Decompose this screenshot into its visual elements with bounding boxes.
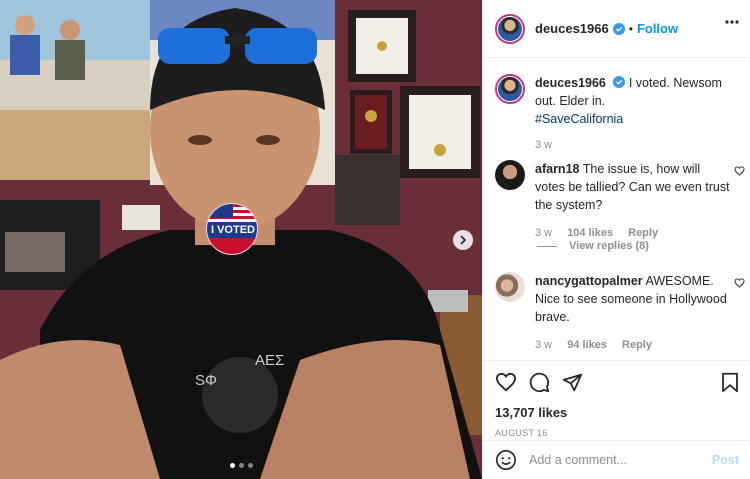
post-header: deuces1966 • Follow [483,0,750,58]
next-photo-button[interactable] [453,230,473,250]
comment-age: 3 w [535,227,553,239]
view-replies-label: View replies (8) [569,240,649,252]
emoji-icon[interactable] [495,449,517,471]
sticker-text: I VOTED [207,222,257,238]
carousel-dot [239,463,244,468]
hashtag-link[interactable]: #SaveCalifornia [535,112,623,126]
caption-username[interactable]: deuces1966 [535,76,606,90]
comment-input[interactable] [529,453,709,467]
post-actions: 13,707 likes AUGUST 16 [483,360,750,438]
post-photo[interactable]: SΦ AEΣ I VOTED [0,0,482,479]
heart-icon[interactable] [495,372,517,392]
reply-button[interactable]: Reply [622,339,652,351]
comment-likes[interactable]: 104 likes [567,227,613,239]
verified-badge-icon [613,76,626,88]
carousel-dot [248,463,253,468]
carousel-dots [230,463,253,468]
avatar[interactable] [495,272,525,302]
reply-button[interactable]: Reply [628,227,658,239]
comment-item: nancygattopalmer AWESOME. Nice to see so… [495,272,745,354]
comment-likes[interactable]: 94 likes [567,339,607,351]
comment-like-heart-icon[interactable] [734,166,745,176]
carousel-dot [230,463,235,468]
header-separator: • [628,21,633,36]
avatar[interactable] [495,160,525,190]
comment-like-heart-icon[interactable] [734,278,745,288]
svg-text:SΦ: SΦ [195,372,217,389]
caption: deuces1966 I voted. Newsom out. Elder in… [495,74,739,154]
avatar[interactable] [495,13,525,44]
header-username[interactable]: deuces1966 [535,21,609,36]
follow-button[interactable]: Follow [637,21,678,36]
comment-age: 3 w [535,339,553,351]
verified-badge-icon [612,22,625,35]
post-comment-button[interactable]: Post [712,453,739,467]
i-voted-sticker: I VOTED [206,203,258,255]
instagram-post: SΦ AEΣ I VOTED deuces1966 • Follow deuce… [0,0,750,479]
comment-icon[interactable] [529,372,550,393]
post-date: AUGUST 16 [495,428,548,438]
likes-count[interactable]: 13,707 likes [495,405,739,420]
comment-item: afarn18 The issue is, how will votes be … [495,160,745,242]
comment-username[interactable]: nancygattopalmer [535,274,643,288]
bookmark-icon[interactable] [721,372,739,393]
caption-age: 3 w [535,139,553,151]
avatar[interactable] [495,74,525,104]
add-comment-bar: Post [483,440,750,479]
view-replies-button[interactable]: View replies (8) [537,240,649,252]
more-dots-icon[interactable] [725,20,739,24]
comments-section[interactable]: deuces1966 I voted. Newsom out. Elder in… [483,58,750,360]
comment-username[interactable]: afarn18 [535,162,579,176]
post-sidebar: deuces1966 • Follow deuces1966 I voted. … [482,0,750,479]
svg-text:AEΣ: AEΣ [255,352,284,369]
share-icon[interactable] [562,372,583,393]
chevron-right-icon [460,235,467,245]
